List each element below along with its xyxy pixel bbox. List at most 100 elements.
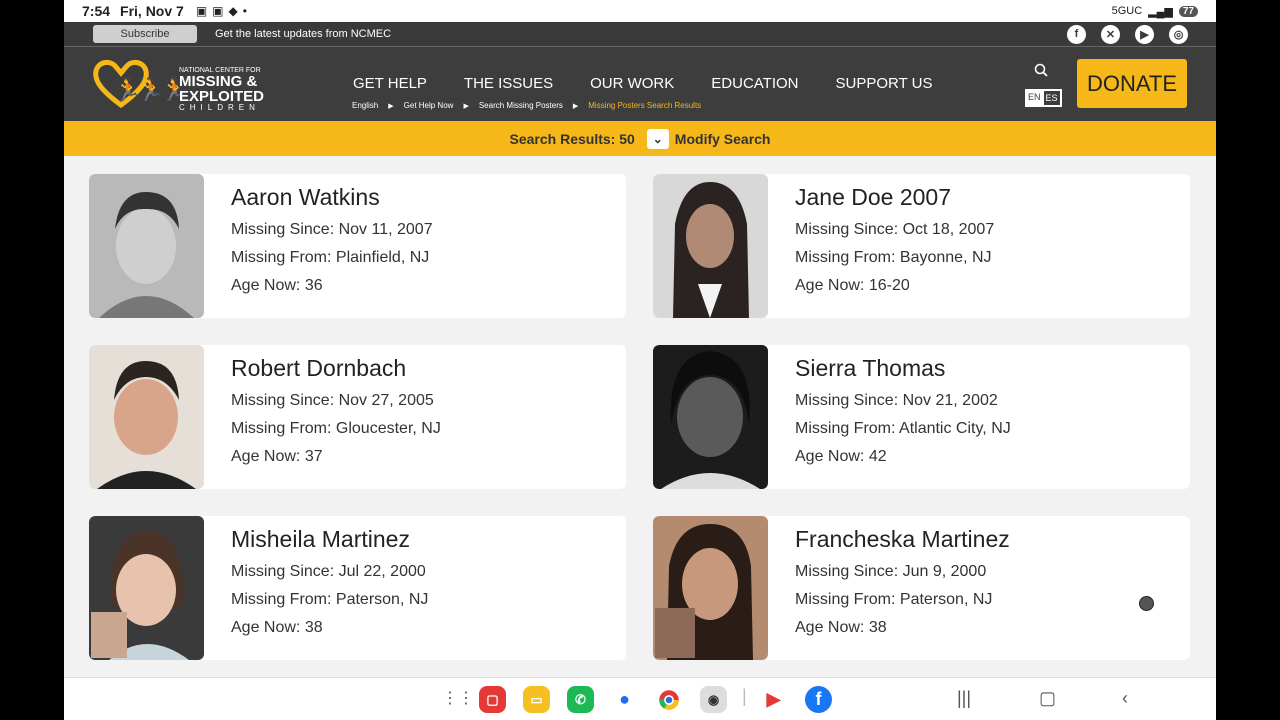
- missing-from: Missing From: Bayonne, NJ: [795, 249, 992, 266]
- nav-education[interactable]: EDUCATION: [711, 75, 798, 92]
- chrome-app-icon[interactable]: [655, 686, 682, 713]
- missing-since: Missing Since: Jun 9, 2000: [795, 563, 987, 580]
- messages-app-icon[interactable]: ●: [611, 686, 638, 713]
- person-photo[interactable]: [653, 174, 768, 318]
- missing-from: Missing From: Gloucester, NJ: [231, 420, 441, 437]
- age-now: Age Now: 36: [231, 277, 323, 294]
- nav-the-issues[interactable]: THE ISSUES: [464, 75, 553, 92]
- logo-line-3: EXPLOITED: [179, 88, 265, 105]
- age-now: Age Now: 38: [231, 619, 323, 636]
- nav-support-us[interactable]: SUPPORT US: [836, 75, 933, 92]
- person-name[interactable]: Misheila Martinez: [231, 526, 428, 553]
- camera-app-icon[interactable]: ◉: [700, 686, 727, 713]
- breadcrumb-english[interactable]: English: [352, 101, 378, 110]
- lang-es[interactable]: ES: [1042, 90, 1061, 106]
- donate-button[interactable]: DONATE: [1077, 59, 1187, 108]
- person-info: Misheila Martinez Missing Since: Jul 22,…: [231, 526, 428, 637]
- ncmec-logo[interactable]: 🏃🏃🏃 NATIONAL CENTER FOR MISSING & EXPLOI…: [92, 57, 277, 113]
- nav-get-help[interactable]: GET HELP: [353, 75, 427, 92]
- age-now: Age Now: 16-20: [795, 277, 910, 294]
- person-info: Francheska Martinez Missing Since: Jun 9…: [795, 526, 1010, 637]
- person-name[interactable]: Aaron Watkins: [231, 184, 433, 211]
- age-now: Age Now: 42: [795, 448, 887, 465]
- x-icon[interactable]: ✕: [1101, 24, 1120, 44]
- missing-since: Missing Since: Nov 21, 2002: [795, 392, 998, 409]
- person-name[interactable]: Francheska Martinez: [795, 526, 1010, 553]
- missing-from: Missing From: Paterson, NJ: [231, 591, 429, 608]
- children-figures-icon: 🏃🏃🏃: [114, 77, 188, 102]
- breadcrumb-arrow-icon: ▶: [388, 102, 394, 110]
- update-bar: Subscribe Get the latest updates from NC…: [64, 22, 1216, 46]
- result-card[interactable]: Francheska Martinez Missing Since: Jun 9…: [653, 516, 1190, 660]
- taskbar: ⋮⋮⋮ ▢ ▭ ✆ ● ◉ | ▶ f ||| ▢ ‹: [64, 677, 1216, 720]
- facebook-icon[interactable]: f: [1067, 24, 1086, 44]
- notes-app-icon[interactable]: ▢: [479, 686, 506, 713]
- results-bar: Search Results: 50 ⌄ Modify Search: [64, 121, 1216, 156]
- breadcrumb-current: Missing Posters Search Results: [588, 101, 702, 110]
- youtube-app-icon[interactable]: ▶: [760, 686, 787, 713]
- youtube-icon[interactable]: ▶: [1135, 24, 1154, 44]
- chevron-down-icon[interactable]: ⌄: [646, 128, 669, 149]
- breadcrumb-get-help-now[interactable]: Get Help Now: [404, 101, 454, 110]
- result-card[interactable]: Misheila Martinez Missing Since: Jul 22,…: [89, 516, 626, 660]
- breadcrumb-search-missing-posters[interactable]: Search Missing Posters: [479, 101, 563, 110]
- back-icon[interactable]: ‹: [1122, 688, 1128, 709]
- missing-from: Missing From: Atlantic City, NJ: [795, 420, 1011, 437]
- person-photo[interactable]: [89, 345, 204, 489]
- breadcrumb: English ▶ Get Help Now ▶ Search Missing …: [352, 101, 711, 110]
- person-photo[interactable]: [653, 345, 768, 489]
- main-nav: GET HELP THE ISSUES OUR WORK EDUCATION S…: [353, 75, 970, 92]
- recent-apps-icon[interactable]: |||: [957, 688, 971, 709]
- files-app-icon[interactable]: ▭: [523, 686, 550, 713]
- search-icon[interactable]: [1034, 63, 1048, 77]
- social-links: f ✕ ▶ ◎: [1067, 24, 1188, 44]
- missing-since: Missing Since: Nov 11, 2007: [231, 221, 433, 238]
- person-info: Robert Dornbach Missing Since: Nov 27, 2…: [231, 355, 441, 466]
- person-photo[interactable]: [89, 174, 204, 318]
- person-info: Jane Doe 2007 Missing Since: Oct 18, 200…: [795, 184, 994, 295]
- missing-since: Missing Since: Nov 27, 2005: [231, 392, 434, 409]
- logo-line-4: CHILDREN: [179, 103, 260, 112]
- breadcrumb-arrow-icon: ▶: [463, 102, 469, 110]
- language-switcher: EN ES: [1025, 89, 1062, 107]
- missing-since: Missing Since: Jul 22, 2000: [231, 563, 426, 580]
- floating-cursor-dot[interactable]: [1139, 596, 1154, 611]
- modify-search-button[interactable]: Modify Search: [675, 131, 771, 147]
- lang-en[interactable]: EN: [1026, 90, 1043, 106]
- person-photo[interactable]: [653, 516, 768, 660]
- person-info: Sierra Thomas Missing Since: Nov 21, 200…: [795, 355, 1011, 466]
- breadcrumb-arrow-icon: ▶: [572, 102, 579, 110]
- age-now: Age Now: 38: [795, 619, 887, 636]
- missing-from: Missing From: Paterson, NJ: [795, 591, 993, 608]
- age-now: Age Now: 37: [231, 448, 323, 465]
- person-info: Aaron Watkins Missing Since: Nov 11, 200…: [231, 184, 433, 295]
- status-bar: 7:54 Fri, Nov 7 ▣ ▣ ◆ • 5GUC ▂▄▆ 77: [64, 0, 1216, 22]
- results-count: Search Results: 50: [509, 130, 635, 147]
- result-card[interactable]: Robert Dornbach Missing Since: Nov 27, 2…: [89, 345, 626, 489]
- result-card[interactable]: Aaron Watkins Missing Since: Nov 11, 200…: [89, 174, 626, 318]
- status-time: 7:54: [82, 3, 111, 19]
- person-photo[interactable]: [89, 516, 204, 660]
- person-name[interactable]: Robert Dornbach: [231, 355, 441, 382]
- notification-icons: ▣ ▣ ◆ •: [195, 4, 247, 18]
- divider: |: [742, 686, 747, 706]
- result-card[interactable]: Jane Doe 2007 Missing Since: Oct 18, 200…: [653, 174, 1190, 318]
- missing-from: Missing From: Plainfield, NJ: [231, 249, 430, 266]
- nav-our-work[interactable]: OUR WORK: [590, 75, 674, 92]
- phone-app-icon[interactable]: ✆: [567, 686, 594, 713]
- person-name[interactable]: Jane Doe 2007: [795, 184, 994, 211]
- facebook-app-icon[interactable]: f: [805, 686, 832, 713]
- subscribe-button[interactable]: Subscribe: [93, 25, 197, 43]
- missing-since: Missing Since: Oct 18, 2007: [795, 221, 995, 238]
- network-label: 5GUC: [1111, 5, 1143, 17]
- browser-screen: 7:54 Fri, Nov 7 ▣ ▣ ◆ • 5GUC ▂▄▆ 77 Subscri…: [64, 0, 1216, 720]
- result-card[interactable]: Sierra Thomas Missing Since: Nov 21, 200…: [653, 345, 1190, 489]
- home-icon[interactable]: ▢: [1039, 688, 1056, 709]
- update-text: Get the latest updates from NCMEC: [215, 28, 392, 40]
- person-name[interactable]: Sierra Thomas: [795, 355, 1011, 382]
- status-date: Fri, Nov 7: [120, 3, 184, 19]
- site-header: 🏃🏃🏃 NATIONAL CENTER FOR MISSING & EXPLOI…: [64, 46, 1216, 121]
- instagram-icon[interactable]: ◎: [1169, 24, 1188, 44]
- logo-text: NATIONAL CENTER FOR MISSING & EXPLOITED …: [179, 67, 264, 112]
- signal-icon: ▂▄▆: [1148, 5, 1173, 18]
